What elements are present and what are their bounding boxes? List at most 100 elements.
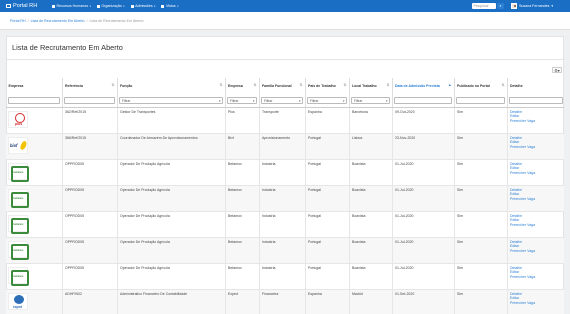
menu-organizacao[interactable]: Organização ▾ bbox=[96, 4, 125, 8]
preencher-vaga-link[interactable]: Preencher Vaga bbox=[510, 145, 562, 150]
cell-local: Lisboa bbox=[349, 133, 393, 160]
cell-data: 01-Set-2020 bbox=[392, 289, 455, 314]
filter-select-pais[interactable]: Filtrar ▾ bbox=[307, 97, 347, 104]
preencher-vaga-link[interactable]: Preencher Vaga bbox=[510, 119, 562, 124]
sort-icon: ⇅ bbox=[386, 83, 390, 87]
cell-publicado: Sim bbox=[454, 185, 508, 212]
column-header-publicado[interactable]: Publicado no Portal ⇅ bbox=[454, 78, 508, 95]
cell-funcao: Operador De Produção Agrícola bbox=[117, 237, 226, 264]
cell-publicado: Sim bbox=[454, 211, 508, 238]
cell-empresa: Betamox bbox=[225, 263, 260, 290]
gear-icon: ⚙▾ bbox=[554, 68, 560, 73]
column-header-pais[interactable]: País de Trabalho ⇅ bbox=[305, 78, 350, 95]
column-header-data-admissao[interactable]: Data de Admissão Prevista ▲ bbox=[392, 78, 455, 95]
cell-referencia: OPPROD05 bbox=[62, 159, 118, 186]
page-title: Lista de Recrutamento Em Aberto bbox=[12, 43, 123, 52]
sort-icon: ⇅ bbox=[219, 83, 223, 87]
cell-local: Madrid bbox=[349, 289, 393, 314]
recruitment-table: Empresa Referência ⇅ Função ⇅ Empresa ⇅ Fam… bbox=[6, 78, 564, 314]
cell-referencia: OPPROD05 bbox=[62, 263, 118, 290]
cell-funcao: Operador De Produção Agrícola bbox=[117, 263, 226, 290]
divider bbox=[7, 59, 565, 60]
preencher-vaga-link[interactable]: Preencher Vaga bbox=[510, 223, 562, 228]
cell-publicado: Sim bbox=[454, 159, 508, 186]
filter-input-publicado[interactable] bbox=[456, 97, 505, 104]
cell-actions: Detalhe Editar Preencher Vaga bbox=[507, 107, 564, 134]
breadcrumb-parent[interactable]: Lista de Recrutamento Em Aberto bbox=[31, 19, 85, 23]
filter-select-empresa[interactable]: Filtrar ▾ bbox=[227, 97, 257, 104]
filter-input-empresa-logo[interactable] bbox=[7, 97, 60, 104]
preencher-vaga-link[interactable]: Preencher Vaga bbox=[510, 249, 562, 254]
cell-data: 01-Jul-2020 bbox=[392, 211, 455, 238]
cell-familia: Financeira bbox=[259, 289, 306, 314]
filter-input-referencia[interactable] bbox=[64, 97, 115, 104]
filter-input-detalhe[interactable] bbox=[509, 97, 563, 104]
passport-icon bbox=[161, 4, 165, 8]
menu-vistos[interactable]: Vistos ▾ bbox=[161, 4, 179, 8]
cell-local: Boavista bbox=[349, 211, 393, 238]
column-header-empresa[interactable]: Empresa ⇅ bbox=[225, 78, 260, 95]
preencher-vaga-link[interactable]: Preencher Vaga bbox=[510, 301, 562, 306]
cell-empresa: Betamox bbox=[225, 211, 260, 238]
column-header-empresa-logo[interactable]: Empresa bbox=[6, 78, 63, 95]
cell-local: Barcelona bbox=[349, 107, 393, 134]
brand-link[interactable]: Portal RH bbox=[0, 3, 52, 9]
column-header-detalhe: Detalhe bbox=[510, 84, 523, 89]
column-header-referencia[interactable]: Referência ⇅ bbox=[62, 78, 118, 95]
company-logo-plus bbox=[8, 110, 28, 128]
cell-funcao: Administrativo Financeiro De Contabilida… bbox=[117, 289, 226, 314]
preencher-vaga-link[interactable]: Preencher Vaga bbox=[510, 197, 562, 202]
menu-admissoes[interactable]: Admissões ▾ bbox=[130, 4, 155, 8]
breadcrumb-separator: / bbox=[86, 19, 88, 23]
sort-icon: ⇅ bbox=[501, 83, 505, 87]
column-header-familia[interactable]: Família Funcional ⇅ bbox=[259, 78, 306, 95]
filter-select-local[interactable]: Filtrar ▾ bbox=[351, 97, 390, 104]
table-row: OPPROD05 Operador De Produção Agrícola B… bbox=[6, 263, 564, 290]
preencher-vaga-link[interactable]: Preencher Vaga bbox=[510, 171, 562, 176]
table-row: 366/Ref/2015 Coordenador De Armazém De A… bbox=[6, 133, 564, 160]
cell-familia: Industria bbox=[259, 185, 306, 212]
cell-familia: Industria bbox=[259, 237, 306, 264]
preencher-vaga-link[interactable]: Preencher Vaga bbox=[510, 275, 562, 280]
chevron-down-icon: ▾ bbox=[385, 99, 388, 103]
filter-select-familia[interactable]: Filtrar ▾ bbox=[261, 97, 303, 104]
breadcrumb-home[interactable]: Portal RH bbox=[10, 19, 26, 23]
table-row: OPPROD05 Operador De Produção Agrícola B… bbox=[6, 237, 564, 264]
cell-data: 01-Jul-2020 bbox=[392, 263, 455, 290]
table-row: OPPROD05 Operador De Produção Agrícola B… bbox=[6, 159, 564, 186]
cell-empresa: Betamox bbox=[225, 185, 260, 212]
menu-recursos-humanos[interactable]: Recursos Humanos ▾ bbox=[52, 4, 91, 8]
column-header-local[interactable]: Local Trabalho ⇅ bbox=[349, 78, 393, 95]
menu-label: Recursos Humanos bbox=[56, 4, 89, 8]
company-logo-betamox bbox=[8, 162, 29, 182]
filter-input-data[interactable] bbox=[394, 97, 452, 104]
breadcrumb: Portal RH / Lista de Recrutamento Em Abert… bbox=[0, 12, 570, 30]
main-menu: Recursos Humanos ▾ Organização ▾ Admissõ… bbox=[52, 4, 179, 8]
company-logo-bixf bbox=[8, 136, 28, 154]
cell-referencia: 362/Ref/2015 bbox=[62, 107, 118, 134]
cell-actions: Detalhe Editar Preencher Vaga bbox=[507, 159, 564, 186]
cell-actions: Detalhe Editar Preencher Vaga bbox=[507, 237, 564, 264]
column-header-funcao[interactable]: Função ⇅ bbox=[117, 78, 226, 95]
search-input[interactable]: Pesquisar bbox=[472, 3, 496, 10]
company-logo-exped bbox=[8, 292, 28, 310]
avatar bbox=[511, 2, 517, 9]
cell-referencia: OPPROD05 bbox=[62, 185, 118, 212]
user-menu[interactable]: Susana Fernandes ▾ bbox=[511, 2, 553, 9]
caret-down-icon: ▾ bbox=[177, 4, 179, 8]
cell-empresa: Betamox bbox=[225, 237, 260, 264]
cell-pais: Portugal bbox=[305, 237, 350, 264]
table-settings-button[interactable]: ⚙▾ bbox=[552, 67, 562, 73]
company-logo-betamox bbox=[8, 240, 29, 260]
search-button[interactable]: ⌕ bbox=[497, 3, 504, 10]
table-row: OPPROD05 Operador De Produção Agrícola B… bbox=[6, 185, 564, 212]
sort-icon: ⇅ bbox=[253, 83, 257, 87]
cell-familia: Aprovisionamento bbox=[259, 133, 306, 160]
company-logo-betamox bbox=[8, 266, 29, 286]
filter-select-funcao[interactable]: Filtrar ▾ bbox=[119, 97, 223, 104]
search-icon: ⌕ bbox=[499, 3, 502, 8]
company-logo-betamox bbox=[8, 214, 29, 234]
cell-local: Boavista bbox=[349, 185, 393, 212]
filter-row: Filtrar ▾ Filtrar ▾ Filtrar ▾ Filtrar ▾ Filt… bbox=[6, 95, 564, 108]
cell-familia: Industria bbox=[259, 159, 306, 186]
